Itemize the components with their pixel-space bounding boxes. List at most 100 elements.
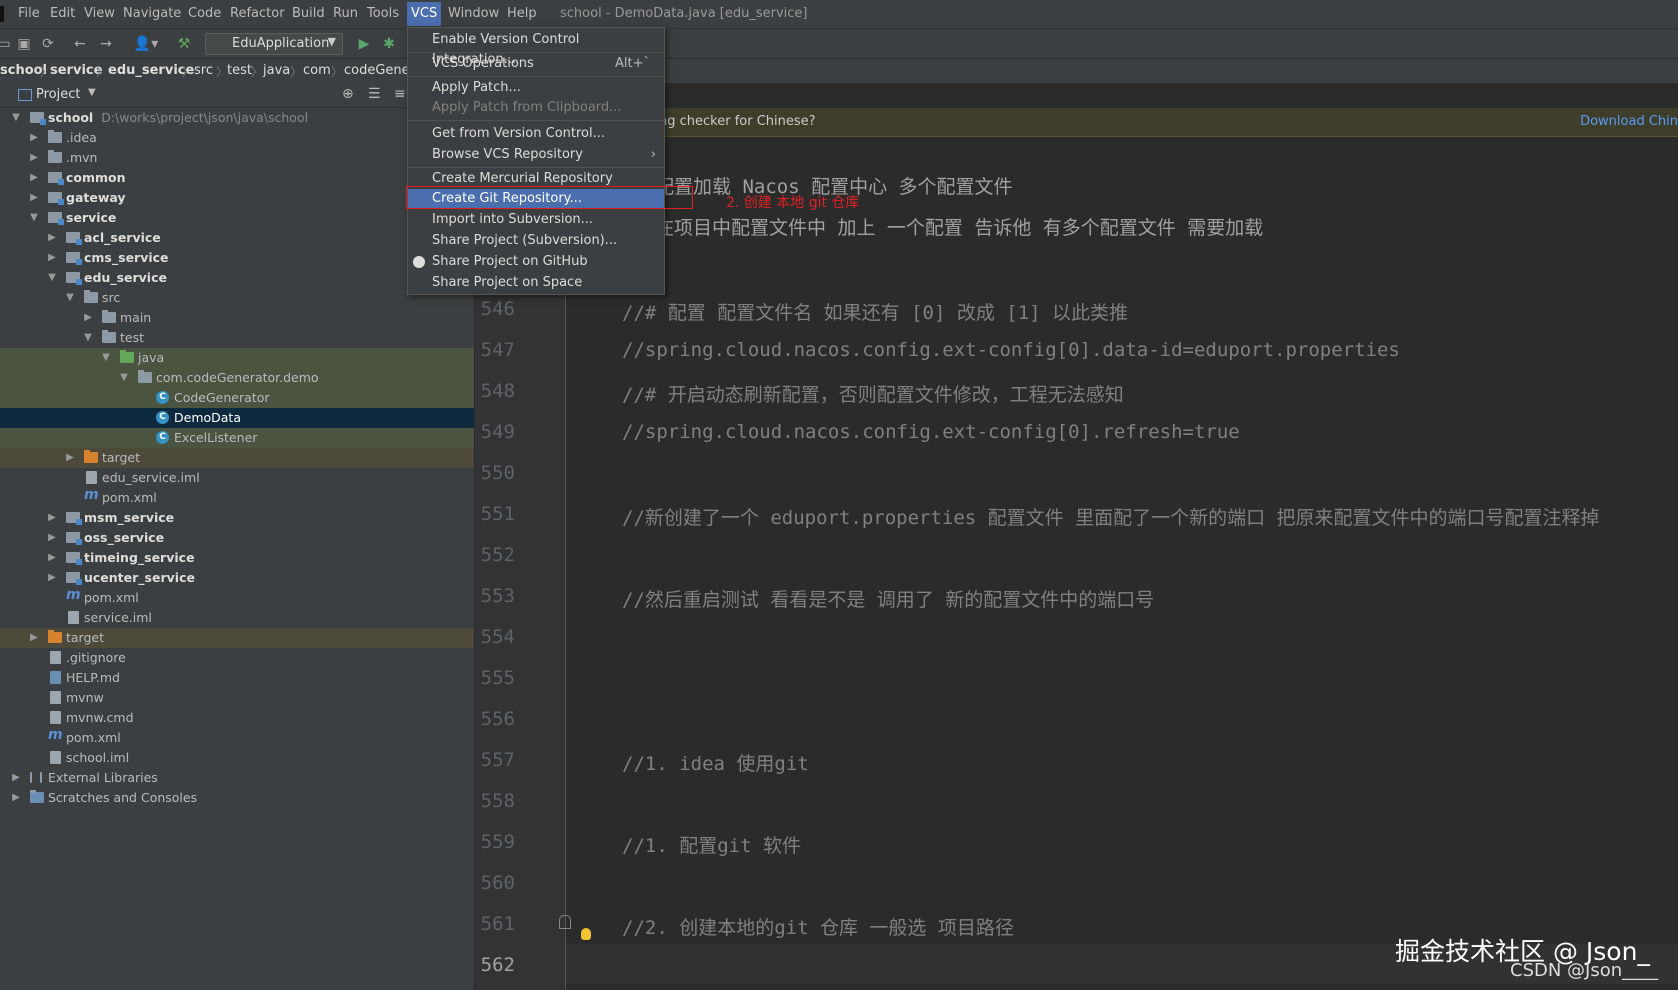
tree-node[interactable]: ▶ External Libraries (0, 768, 474, 788)
menu-item-share-subversion[interactable]: Share Project (Subversion)... (408, 231, 664, 251)
code-line[interactable]: //1. idea 使用git (622, 749, 809, 776)
project-view-title[interactable]: Project (36, 87, 80, 102)
lightbulb-icon[interactable] (581, 928, 591, 940)
chevron-right-icon[interactable]: ▶ (28, 188, 40, 208)
tree-node[interactable]: edu_service.iml (0, 468, 474, 488)
back-icon[interactable]: ← (72, 36, 88, 52)
code-line[interactable]: //1. 配置git 软件 (622, 831, 801, 858)
menu-navigate[interactable]: Navigate (121, 5, 183, 23)
chevron-down-icon[interactable]: ▼ (82, 328, 94, 348)
chevron-right-icon[interactable]: ▶ (46, 548, 58, 568)
menu-item-vcs-operations[interactable]: VCS Operations Alt+` (408, 54, 664, 74)
code-line[interactable]: //spring.cloud.nacos.config.ext-config[0… (622, 339, 1400, 361)
tree-node[interactable]: ▶ .mvn (0, 148, 474, 168)
tree-node[interactable]: service.iml (0, 608, 474, 628)
tree-node[interactable]: C ExcelListener (0, 428, 474, 448)
menu-run[interactable]: Run (331, 5, 360, 23)
code-line[interactable]: //spring.cloud.nacos.config.ext-config[0… (622, 421, 1240, 443)
build-hammer-icon[interactable]: ⚒ (176, 36, 192, 52)
menu-vcs[interactable]: VCS (407, 2, 442, 26)
tree-node[interactable]: ▼ test (0, 328, 474, 348)
tree-node-selected[interactable]: C DemoData (0, 408, 474, 428)
chevron-right-icon[interactable]: ▶ (28, 148, 40, 168)
menu-view[interactable]: View (82, 5, 117, 23)
tree-node[interactable]: ▶ target (0, 628, 474, 648)
chevron-right-icon[interactable]: ▶ (10, 768, 22, 788)
save-icon[interactable]: ▣ (16, 36, 32, 52)
tree-node[interactable]: ▶ msm_service (0, 508, 474, 528)
chevron-down-icon[interactable]: ▼ (46, 268, 58, 288)
chevron-down-icon[interactable]: ▼ (118, 368, 130, 388)
menu-item-get-from-vcs[interactable]: Get from Version Control... (408, 124, 664, 144)
tree-node[interactable]: mvnw.cmd (0, 708, 474, 728)
sync-icon[interactable]: ⟳ (40, 36, 56, 52)
menu-item-share-space[interactable]: Share Project on Space (408, 273, 664, 293)
tree-node[interactable]: ▶ main (0, 308, 474, 328)
menu-item-share-github[interactable]: Share Project on GitHub (408, 252, 664, 272)
tree-node[interactable]: school.iml (0, 748, 474, 768)
chevron-right-icon[interactable]: ▶ (46, 228, 58, 248)
forward-icon[interactable]: → (98, 36, 114, 52)
menu-item-apply-patch[interactable]: Apply Patch... (408, 78, 664, 98)
chevron-right-icon[interactable]: ▶ (10, 788, 22, 808)
tree-node[interactable]: m pom.xml (0, 727, 474, 748)
locate-icon[interactable]: ⊕ (342, 86, 354, 102)
chevron-down-icon[interactable]: ▼ (28, 208, 40, 228)
user-icon[interactable]: 👤▾ (132, 36, 160, 52)
menu-build[interactable]: Build (290, 5, 327, 23)
menu-refactor[interactable]: Refactor (228, 5, 287, 23)
collapse-all-icon[interactable]: ☰ (368, 86, 381, 102)
menu-edit[interactable]: Edit (48, 5, 77, 23)
tree-node[interactable]: ▶ acl_service (0, 228, 474, 248)
breadcrumb-item[interactable]: src (194, 63, 213, 78)
tree-node[interactable]: HELP.md (0, 668, 474, 688)
chevron-down-icon[interactable]: ▼ (88, 87, 96, 98)
breadcrumb-item[interactable]: codeGener (344, 63, 415, 78)
code-line[interactable]: //# 开启动态刷新配置，否则配置文件修改，工程无法感知 (622, 380, 1124, 407)
tree-node[interactable]: ▼ service (0, 208, 474, 228)
tree-node[interactable]: .gitignore (0, 648, 474, 668)
run-icon[interactable]: ▶ (356, 36, 372, 52)
chevron-right-icon[interactable]: ▶ (46, 568, 58, 588)
code-line[interactable]: //新创建了一个 eduport.properties 配置文件 里面配了一个新… (622, 503, 1600, 530)
tree-node[interactable]: ▼ school D:\works\project\json\java\schoo… (0, 108, 474, 128)
run-configuration-select[interactable]: EduApplication ▼ (205, 33, 343, 55)
tree-node[interactable]: ▶ cms_service (0, 248, 474, 268)
code-line[interactable]: 在项目中配置文件中 加上 一个配置 告诉他 有多个配置文件 需要加载 (655, 213, 1263, 240)
code-line[interactable]: //然后重启测试 看看是不是 调用了 新的配置文件中的端口号 (622, 585, 1154, 612)
code-line[interactable]: //2. 创建本地的git 仓库 一般选 项目路径 (622, 913, 1014, 940)
menu-window[interactable]: Window (446, 5, 501, 23)
menu-item-enable-vcs[interactable]: Enable Version Control Integration... (408, 30, 664, 67)
breadcrumb-item[interactable]: test (227, 63, 252, 78)
chevron-down-icon[interactable]: ▼ (10, 108, 22, 128)
tree-node[interactable]: ▼ src (0, 288, 474, 308)
chevron-right-icon[interactable]: ▶ (64, 448, 76, 468)
open-icon[interactable]: ▭ (0, 36, 12, 52)
tree-node[interactable]: ▼ com.codeGenerator.demo (0, 368, 474, 388)
tree-node[interactable]: ▶ Scratches and Consoles (0, 788, 474, 808)
tree-node[interactable]: ▶ .idea (0, 128, 474, 148)
tree-node[interactable]: ▶ timeing_service (0, 548, 474, 568)
tree-node[interactable]: m pom.xml (0, 487, 474, 508)
chevron-down-icon[interactable]: ▼ (100, 348, 112, 368)
breadcrumb-item[interactable]: java (263, 63, 290, 78)
menu-item-browse-vcs-repo[interactable]: Browse VCS Repository › (408, 145, 664, 165)
chevron-right-icon[interactable]: ▶ (28, 168, 40, 188)
menu-file[interactable]: File (16, 5, 42, 23)
breadcrumb-item[interactable]: com (303, 63, 331, 78)
chevron-right-icon[interactable]: ▶ (46, 508, 58, 528)
chevron-right-icon[interactable]: ▶ (28, 628, 40, 648)
download-link[interactable]: Download Chin (1580, 114, 1678, 129)
tree-node[interactable]: m pom.xml (0, 587, 474, 608)
tree-node[interactable]: mvnw (0, 688, 474, 708)
menu-item-import-subversion[interactable]: Import into Subversion... (408, 210, 664, 230)
chevron-right-icon[interactable]: ▶ (82, 308, 94, 328)
tree-node[interactable]: ▼ edu_service (0, 268, 474, 288)
chevron-right-icon[interactable]: ▶ (46, 248, 58, 268)
chevron-down-icon[interactable]: ▼ (64, 288, 76, 308)
tree-node[interactable]: ▶ common (0, 168, 474, 188)
fold-marker-icon[interactable] (559, 915, 571, 929)
tree-node[interactable]: C CodeGenerator (0, 388, 474, 408)
menu-tools[interactable]: Tools (365, 5, 401, 23)
breadcrumb-item[interactable]: service (50, 63, 102, 78)
